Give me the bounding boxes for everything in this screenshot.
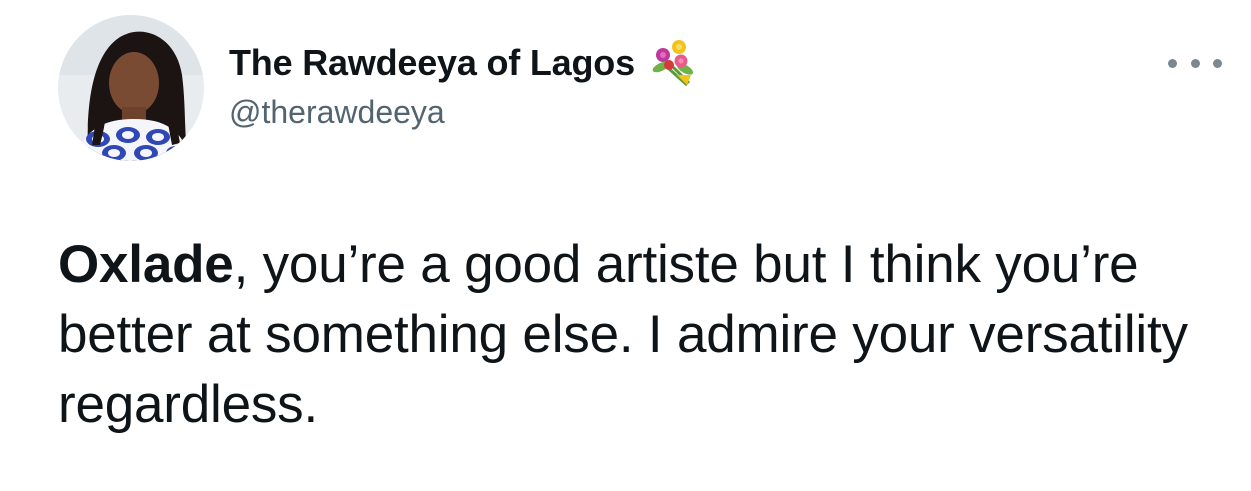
more-horizontal-icon [1213, 58, 1222, 68]
author-handle[interactable]: @therawdeeya [229, 94, 445, 131]
tweet-text: Oxlade, you’re a good artiste but I thin… [58, 230, 1228, 440]
avatar-image [58, 15, 204, 161]
author-name-row[interactable]: The Rawdeeya of Lagos [229, 38, 699, 88]
more-horizontal-icon [1168, 58, 1177, 68]
bouquet-icon [647, 37, 699, 89]
more-options-button[interactable] [1168, 52, 1222, 74]
tweet-card: The Rawdeeya of Lagos @therawdeeya Oxlad… [0, 0, 1251, 491]
more-horizontal-icon [1190, 58, 1200, 68]
tweet-bold-lead: Oxlade [58, 235, 234, 294]
display-name[interactable]: The Rawdeeya of Lagos [229, 42, 635, 84]
avatar[interactable] [58, 15, 204, 161]
